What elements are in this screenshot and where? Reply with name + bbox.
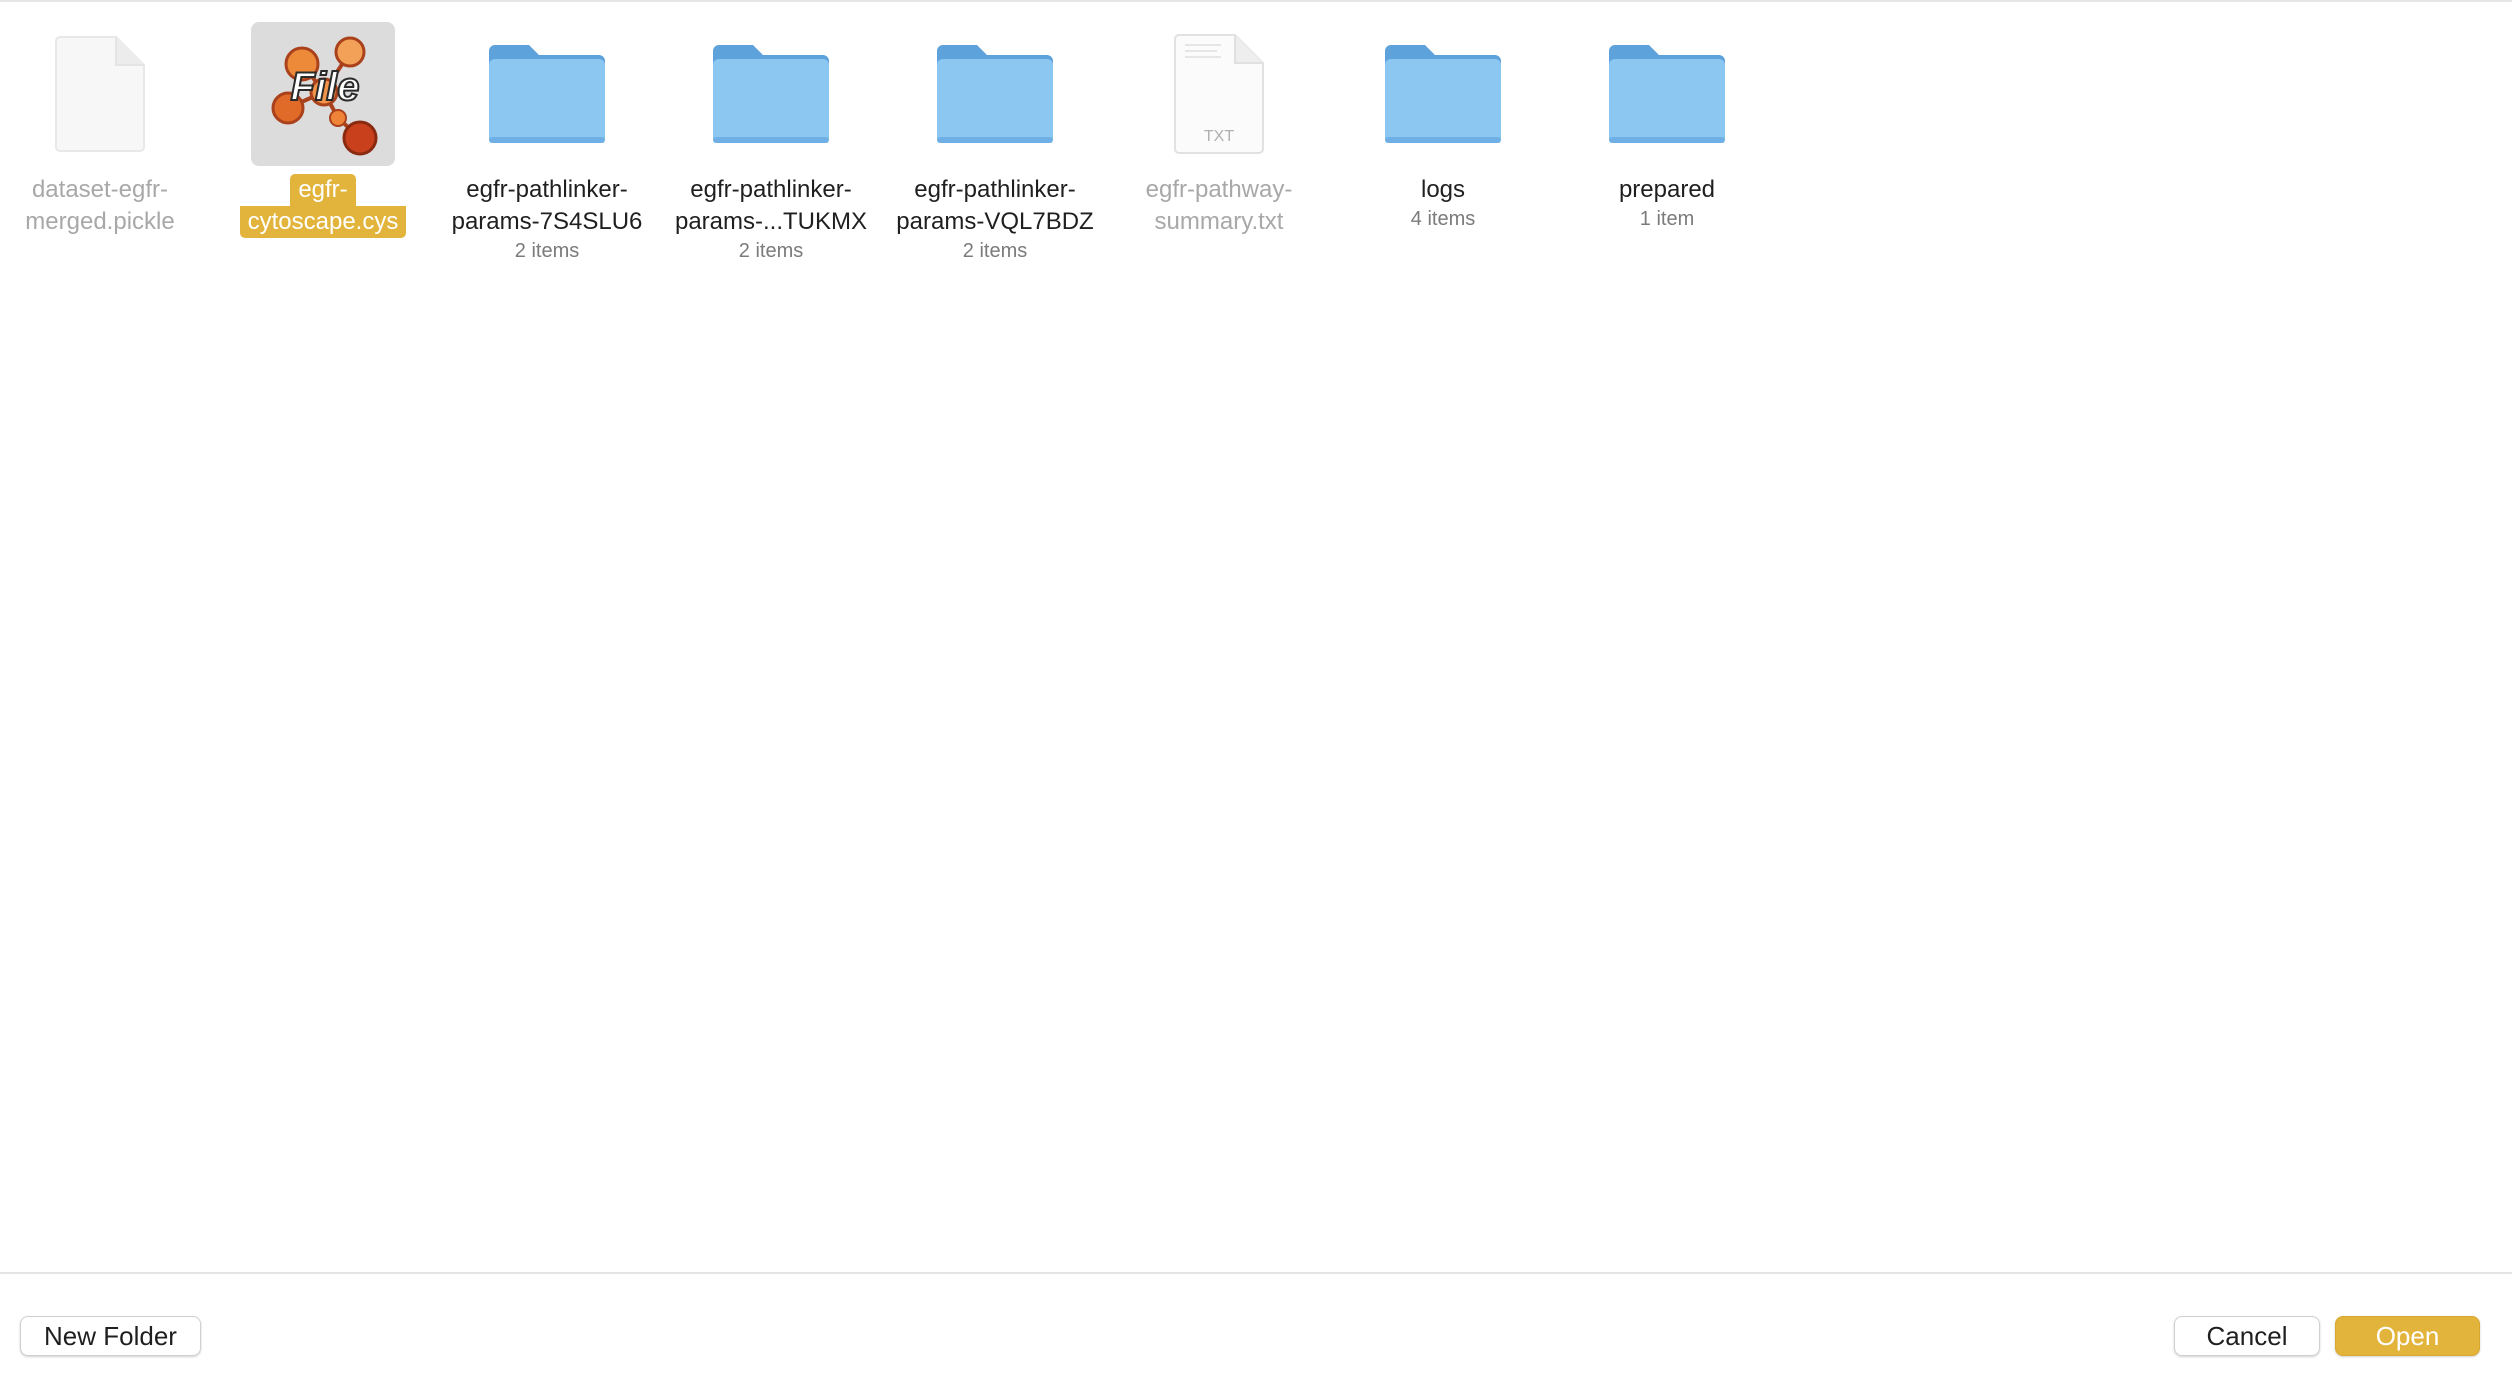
folder-icon [699, 22, 843, 166]
txt-file-icon: TXT [1147, 22, 1291, 166]
new-folder-button[interactable]: New Folder [20, 1316, 201, 1356]
folder-item-pathlinker-7S4SLU6[interactable]: egfr-pathlinker- params-7S4SLU6 2 items [435, 22, 659, 264]
folder-icon [1371, 22, 1515, 166]
file-name: egfr-pathlinker- params-VQL7BDZ [896, 176, 1094, 235]
folder-icon [1595, 22, 1739, 166]
generic-file-icon [28, 22, 172, 166]
file-name: prepared [1618, 176, 1716, 203]
file-open-dialog: dataset-egfr- merged.pickle File egfr- c… [0, 0, 2512, 1382]
file-item-egfr-cytoscape[interactable]: File egfr- cytoscape.cys [211, 22, 435, 238]
folder-icon [475, 22, 619, 166]
file-name: egfr-pathway- summary.txt [1145, 176, 1293, 235]
file-name: egfr- cytoscape.cys [211, 174, 435, 238]
file-name: egfr-pathlinker- params-...TUKMX [674, 176, 868, 235]
txt-file-icon-label: TXT [1204, 128, 1234, 145]
item-count: 4 items [1410, 208, 1476, 230]
file-item-egfr-pathway-summary[interactable]: TXT egfr-pathway- summary.txt [1107, 22, 1331, 238]
file-name: dataset-egfr- merged.pickle [25, 176, 175, 235]
file-name: logs [1420, 176, 1466, 203]
cytoscape-file-icon-text: File [291, 65, 360, 109]
file-grid: dataset-egfr- merged.pickle File egfr- c… [0, 0, 2512, 1270]
item-count: 2 items [514, 240, 580, 262]
folder-item-pathlinker-VQL7BDZ[interactable]: egfr-pathlinker- params-VQL7BDZ 2 items [883, 22, 1107, 264]
cancel-button[interactable]: Cancel [2174, 1316, 2320, 1356]
open-button[interactable]: Open [2335, 1316, 2480, 1356]
item-count: 2 items [962, 240, 1028, 262]
folder-item-prepared[interactable]: prepared 1 item [1555, 22, 1779, 232]
file-name: egfr-pathlinker- params-7S4SLU6 [451, 176, 643, 235]
item-count: 2 items [738, 240, 804, 262]
file-item-dataset-egfr-merged[interactable]: dataset-egfr- merged.pickle [0, 22, 212, 238]
item-count: 1 item [1639, 208, 1695, 230]
folder-icon [923, 22, 1067, 166]
folder-item-pathlinker-TUKMX[interactable]: egfr-pathlinker- params-...TUKMX 2 items [659, 22, 883, 264]
cytoscape-file-icon: File [251, 22, 395, 166]
folder-item-logs[interactable]: logs 4 items [1331, 22, 1555, 232]
dialog-footer: New Folder Cancel Open [0, 1272, 2512, 1382]
